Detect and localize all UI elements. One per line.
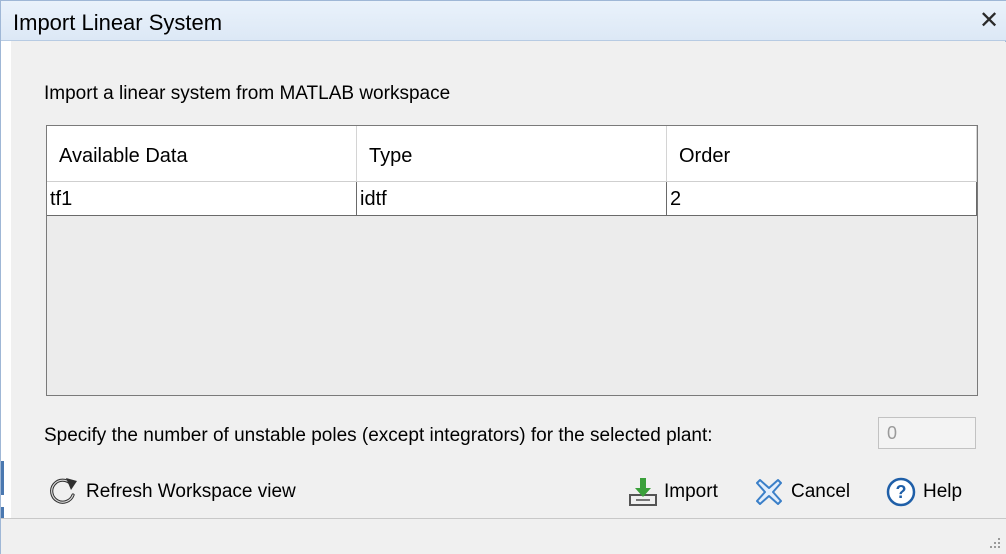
svg-text:?: ? (896, 482, 907, 502)
table-header: Available Data Type Order (47, 126, 977, 182)
column-header-order[interactable]: Order (667, 126, 977, 182)
resize-grip-icon[interactable] (987, 535, 1001, 549)
help-label: Help (923, 481, 963, 502)
refresh-arrow-icon (50, 478, 77, 504)
left-edge-strip (1, 41, 11, 554)
help-button[interactable]: ? Help (885, 474, 962, 510)
workspace-data-table: Available Data Type Order tf1 idtf 2 (46, 125, 978, 396)
cell-type[interactable]: idtf (357, 182, 667, 216)
cell-order[interactable]: 2 (667, 182, 977, 216)
table-row[interactable]: tf1 idtf 2 (47, 182, 977, 216)
close-icon[interactable]: ✕ (975, 7, 1003, 35)
import-linear-system-dialog: Import Linear System ✕ Import a linear s… (0, 0, 1006, 554)
help-question-icon: ? (886, 477, 916, 507)
unstable-poles-label: Specify the number of unstable poles (ex… (44, 425, 713, 446)
import-label: Import (664, 481, 718, 502)
instruction-text: Import a linear system from MATLAB works… (44, 83, 451, 104)
refresh-workspace-label: Refresh Workspace view (86, 481, 296, 502)
cell-available-data[interactable]: tf1 (47, 182, 357, 216)
refresh-workspace-button[interactable]: Refresh Workspace view (46, 474, 296, 510)
cancel-x-icon (756, 479, 782, 505)
column-header-type[interactable]: Type (357, 126, 667, 182)
import-button[interactable]: Import (628, 474, 718, 510)
column-header-available-data[interactable]: Available Data (47, 126, 357, 182)
unstable-poles-input[interactable]: 0 (878, 417, 976, 449)
cancel-label: Cancel (791, 481, 851, 502)
status-bar (1, 518, 1006, 554)
title-bar[interactable]: Import Linear System ✕ (1, 1, 1006, 41)
import-download-icon (629, 478, 657, 506)
window-title: Import Linear System (13, 10, 223, 35)
cancel-button[interactable]: Cancel (753, 474, 850, 510)
edge-marker (1, 461, 4, 495)
